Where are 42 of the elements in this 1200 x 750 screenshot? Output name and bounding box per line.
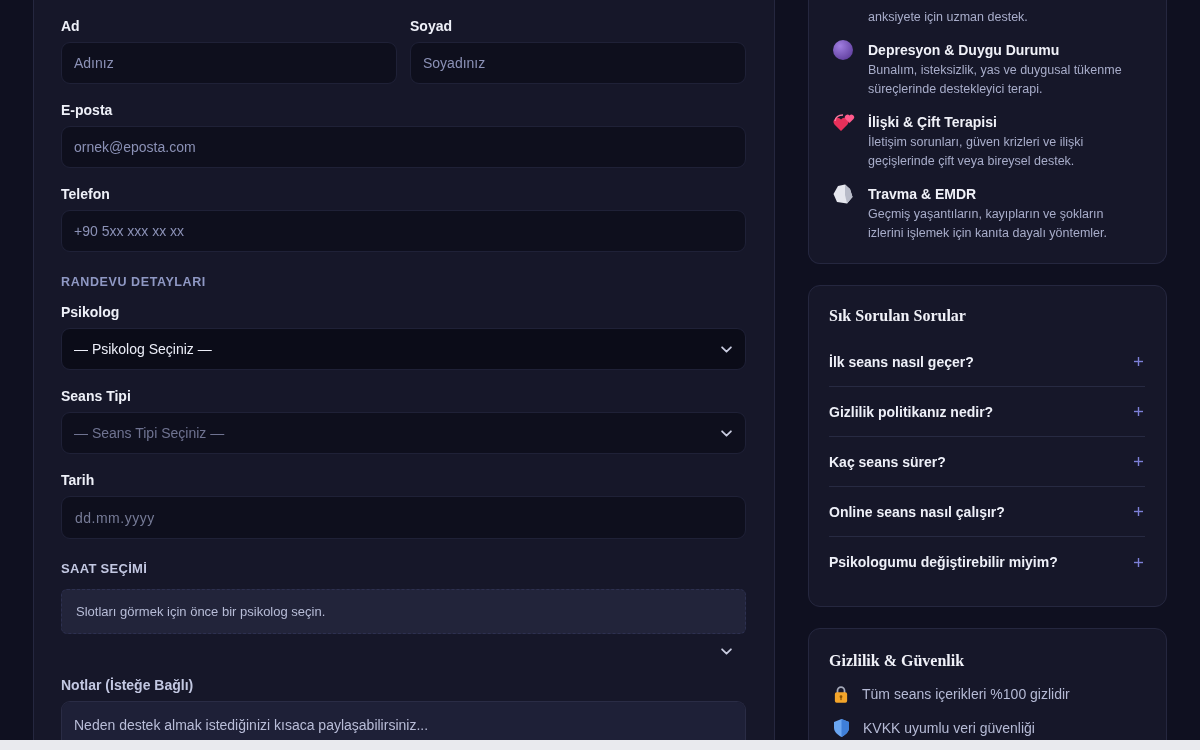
input-field[interactable]: dd.mm.yyyy [61, 496, 746, 539]
notes-field[interactable]: Neden destek almak istediğinizi kısaca paylaşabilirsiniz... [61, 701, 746, 740]
lock-icon [834, 685, 848, 703]
topic-description: Geçmiş yaşantıların, kayıpların ve şokların izlerini işlemek için kanıta dayalı yöntemler. [868, 206, 1108, 242]
shield-icon [834, 719, 849, 737]
input-field[interactable]: Soyadınız [410, 42, 746, 84]
circle-icon [833, 40, 853, 60]
card-title: Sık Sorulan Sorular [829, 306, 966, 326]
faq-item[interactable]: Kaç seans sürer? [829, 437, 1145, 487]
section-heading: SAAT SEÇİMİ [61, 561, 148, 577]
field-label: Psikolog [61, 303, 120, 321]
section-heading: RANDEVU DETAYLARI [61, 274, 206, 290]
faq-item[interactable]: Online seans nasıl çalışır? [829, 487, 1145, 537]
input-field[interactable]: +90 5xx xxx xx xx [61, 210, 746, 252]
field-label: E-posta [61, 101, 113, 119]
topic-title: İlişki & Çift Terapisi [868, 113, 997, 131]
field-label: Tarih [61, 471, 95, 489]
topic-title: Travma & EMDR [868, 185, 977, 203]
input-field[interactable]: Adınız [61, 42, 397, 84]
topic-description: Bunalım, isteksizlik, yas ve duygusal tükenme süreçlerinde destekleyici terapi. [868, 62, 1123, 98]
topic-title: Depresyon & Duygu Durumu [868, 41, 1060, 59]
faq-item[interactable]: Gizlilik politikanız nedir? [829, 387, 1145, 437]
field-label: Seans Tipi [61, 387, 131, 405]
rock-icon [833, 184, 853, 204]
hearts-icon [833, 112, 855, 132]
privacy-text: KVKK uyumlu veri güvenliği [863, 719, 1035, 738]
card-title: Gizlilik & Güvenlik [829, 651, 965, 671]
chevron-icon [721, 345, 732, 353]
chevron-icon [721, 648, 732, 655]
slot-notice: Slotları görmek için önce bir psikolog seçin. [61, 589, 746, 634]
faq-item[interactable]: İlk seans nasıl geçer? [829, 337, 1145, 387]
topic-description: İletişim sorunları, güven krizleri ve ilişki geçişlerinde çift veya bireysel destek. [868, 134, 1085, 170]
topic-description: anksiyete için uzman destek. [868, 9, 1029, 26]
field-label: Telefon [61, 185, 110, 203]
field-label: Notlar (İsteğe Bağlı) [61, 676, 194, 694]
chevron-icon [721, 429, 732, 437]
faq-item[interactable]: Psikologumu değiştirebilir miyim? [829, 537, 1145, 587]
input-field[interactable]: ornek@eposta.com [61, 126, 746, 168]
field-label: Soyad [410, 17, 452, 35]
dropdown[interactable]: — Psikolog Seçiniz — [61, 328, 746, 370]
privacy-text: Tüm seans içerikleri %100 gizlidir [862, 685, 1070, 704]
field-label: Ad [61, 17, 80, 35]
